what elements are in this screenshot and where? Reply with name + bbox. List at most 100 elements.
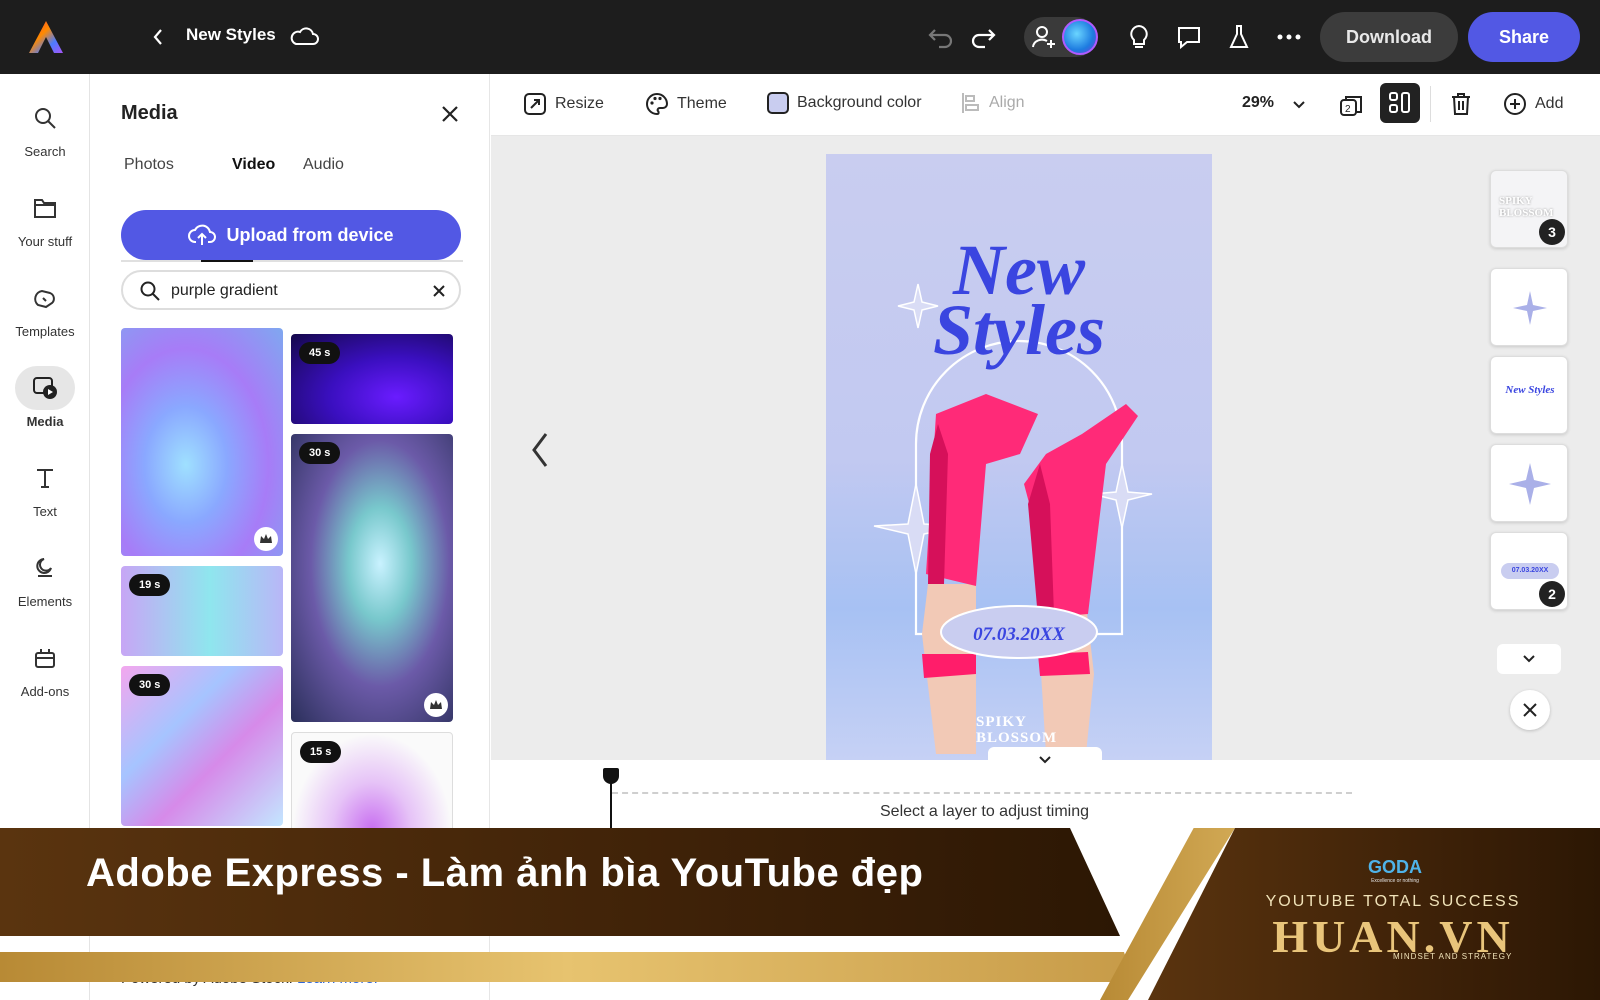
flask-icon[interactable]	[1222, 20, 1256, 54]
templates-icon	[15, 276, 75, 320]
rail-item-add-ons[interactable]: Add-ons	[0, 630, 90, 710]
tab-photos[interactable]: Photos	[124, 156, 174, 174]
video-thumbnail[interactable]: 30 s	[121, 666, 283, 826]
panel-title: Media	[121, 102, 178, 124]
grid-view-icon	[1389, 92, 1410, 113]
addons-icon	[15, 636, 75, 680]
premium-crown-icon	[424, 693, 448, 717]
page-thumb-text: New Styles	[1505, 384, 1555, 396]
rail-label: Your stuff	[17, 234, 73, 249]
brand-tagline: MINDSET AND STRATEGY	[1393, 952, 1513, 961]
rail-label: Search	[24, 144, 66, 159]
page-thumbnail[interactable]: SPIKY BLOSSOM 3	[1490, 170, 1568, 248]
background-color-label: Background color	[797, 94, 922, 111]
page-thumbnail[interactable]: 07.03.20XX 2	[1490, 532, 1568, 610]
resize-label: Resize	[555, 95, 604, 112]
canvas-toolbar: Resize Theme Background color Align 29% …	[491, 74, 1600, 136]
download-button[interactable]: Download	[1320, 12, 1458, 62]
rail-item-search[interactable]: Search	[0, 90, 90, 170]
more-icon[interactable]	[1272, 20, 1306, 54]
share-button[interactable]: Share	[1468, 12, 1580, 62]
tab-video[interactable]: Video	[232, 156, 275, 174]
rail-item-your-stuff[interactable]: Your stuff	[0, 180, 90, 260]
collaborators[interactable]	[1024, 17, 1098, 57]
previous-page-chevron-icon[interactable]	[528, 430, 552, 470]
video-thumbnail[interactable]: 45 s	[291, 334, 453, 424]
duration-badge: 45 s	[299, 342, 341, 364]
banner-headline: Adobe Express - Làm ảnh bìa YouTube đẹp	[86, 851, 924, 895]
background-color-button[interactable]: Background color	[767, 92, 922, 114]
goda-logo: GODA Excellence or nothing	[1368, 857, 1422, 884]
align-label: Align	[989, 94, 1025, 111]
search-input[interactable]	[171, 280, 421, 302]
sparkle-icon	[1509, 463, 1551, 505]
add-circle-icon	[1504, 93, 1526, 115]
top-bar: New Styles Download Share	[0, 0, 1600, 74]
page-thumbnail[interactable]	[1490, 444, 1568, 522]
duration-badge: 30 s	[129, 674, 171, 696]
rail-item-media[interactable]: Media	[0, 360, 90, 440]
redo-icon[interactable]	[966, 20, 1000, 54]
page-thumbnail[interactable]: New Styles	[1490, 356, 1568, 434]
cloud-sync-icon[interactable]	[288, 22, 320, 52]
video-thumbnail[interactable]: 19 s	[121, 566, 283, 656]
close-icon	[1523, 703, 1537, 717]
trash-icon[interactable]	[1449, 91, 1473, 117]
grid-view-button[interactable]	[1380, 83, 1420, 123]
page-thumb-text: SPIKY BLOSSOM	[1499, 195, 1554, 219]
pages-close-button[interactable]	[1510, 690, 1550, 730]
page-thumbnail[interactable]	[1490, 268, 1568, 346]
cloud-upload-icon	[188, 224, 217, 245]
palette-icon	[646, 92, 669, 116]
align-button[interactable]: Align	[961, 92, 1025, 114]
duration-badge: 15 s	[300, 741, 342, 763]
poster-date: 07.03.20XX	[973, 624, 1066, 645]
close-icon[interactable]	[438, 102, 462, 126]
media-icon	[15, 366, 75, 410]
premium-crown-icon	[254, 527, 278, 551]
rail-label: Text	[33, 504, 57, 519]
video-thumbnail[interactable]: 15 s	[291, 732, 453, 842]
tab-audio[interactable]: Audio	[303, 156, 344, 174]
rail-label: Templates	[15, 324, 75, 339]
invite-person-icon[interactable]	[1028, 21, 1060, 53]
comment-icon[interactable]	[1172, 20, 1206, 54]
undo-icon[interactable]	[924, 20, 958, 54]
zoom-level[interactable]: 29%	[1242, 94, 1274, 112]
timeline-track	[612, 792, 1352, 794]
clear-search-icon[interactable]	[429, 281, 449, 301]
back-chevron-icon[interactable]	[148, 24, 168, 50]
video-thumbnail[interactable]: 30 s	[291, 434, 453, 722]
pages-count-icon[interactable]: 2	[1338, 93, 1364, 119]
lightbulb-icon[interactable]	[1122, 20, 1156, 54]
pages-scroll-down-button[interactable]	[1497, 644, 1561, 674]
playhead-handle[interactable]	[603, 768, 619, 784]
upload-from-device-button[interactable]: Upload from device	[121, 210, 461, 260]
document-title[interactable]: New Styles	[186, 25, 276, 45]
sparkle-icon	[1513, 291, 1547, 325]
text-icon	[15, 456, 75, 500]
resize-button[interactable]: Resize	[523, 92, 604, 116]
add-page-button[interactable]: Add	[1503, 92, 1563, 116]
video-thumbnail[interactable]	[121, 328, 283, 556]
page-thumb-date: 07.03.20XX	[1501, 563, 1559, 579]
duration-badge: 30 s	[299, 442, 341, 464]
rail-item-elements[interactable]: Elements	[0, 540, 90, 620]
timeline-collapse-button[interactable]	[988, 747, 1102, 773]
theme-button[interactable]: Theme	[645, 92, 727, 116]
search-icon	[15, 96, 75, 140]
folder-icon	[15, 186, 75, 230]
theme-label: Theme	[677, 95, 727, 112]
chevron-down-icon	[1523, 655, 1535, 663]
rail-item-text[interactable]: Text	[0, 450, 90, 530]
svg-text:2: 2	[1345, 104, 1351, 115]
page-count-badge: 2	[1539, 581, 1565, 607]
chevron-down-icon[interactable]	[1291, 98, 1307, 112]
design-poster[interactable]: 07.03.20XX New Styles SPIKY BLOSSOM	[826, 154, 1212, 760]
adobe-express-logo[interactable]	[28, 20, 64, 54]
user-avatar[interactable]	[1062, 19, 1098, 55]
duration-badge: 19 s	[129, 574, 171, 596]
tab-divider	[121, 260, 463, 262]
goda-tagline: Excellence or nothing	[1371, 878, 1419, 884]
rail-item-templates[interactable]: Templates	[0, 270, 90, 350]
